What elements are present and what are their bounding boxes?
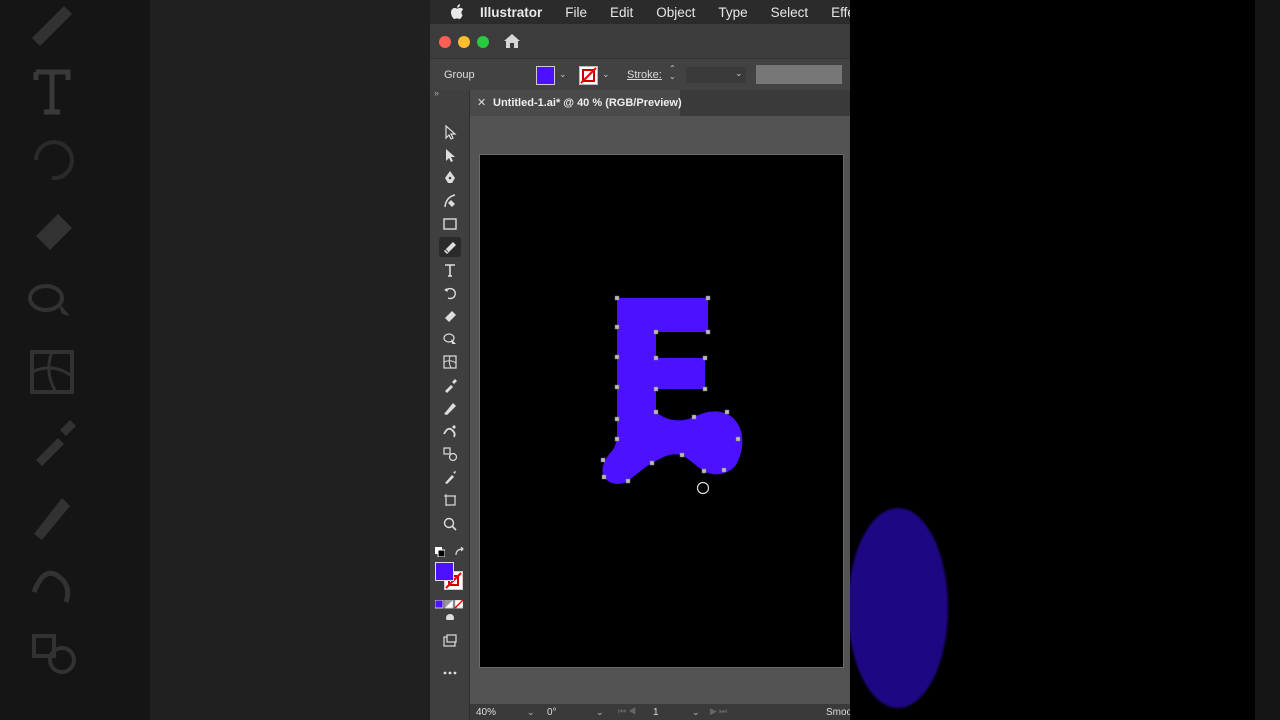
toolbar-fill-swatch[interactable] bbox=[435, 562, 454, 581]
artboard[interactable] bbox=[479, 154, 844, 668]
menu-type[interactable]: Type bbox=[718, 5, 747, 20]
eraser-tool-icon[interactable] bbox=[439, 306, 461, 326]
status-mode-label[interactable]: Smoo bbox=[826, 707, 850, 718]
menu-bar: Illustrator File Edit Object Type Select… bbox=[430, 0, 850, 24]
background-blur-left-panel bbox=[150, 0, 430, 720]
drawing-modes-icon[interactable] bbox=[439, 608, 461, 628]
selection-type-label: Group bbox=[444, 69, 475, 81]
ghost-shaper-icon bbox=[22, 0, 94, 60]
ghost-pencil-icon bbox=[22, 484, 94, 544]
canvas-area[interactable] bbox=[470, 116, 850, 704]
curvature-tool-icon[interactable] bbox=[439, 191, 461, 211]
rotation-dropdown-icon[interactable]: ⌄ bbox=[596, 707, 604, 718]
control-bar: Group ⌄ ⌄ Stroke: ⌃ ⌄ ⌄ bbox=[430, 58, 850, 92]
apple-menu-icon[interactable] bbox=[450, 4, 464, 20]
ghost-type-icon bbox=[22, 62, 94, 122]
menu-select[interactable]: Select bbox=[771, 5, 809, 20]
document-tab-title: Untitled-1.ai* @ 40 % (RGB/Preview) bbox=[493, 97, 682, 109]
artboard-tool-icon[interactable] bbox=[439, 490, 461, 510]
menu-edit[interactable]: Edit bbox=[610, 5, 633, 20]
shape-builder-tool-icon[interactable] bbox=[439, 329, 461, 349]
color-mode-buttons[interactable] bbox=[434, 596, 464, 609]
paintbrush-tool-icon[interactable] bbox=[439, 467, 461, 487]
direct-selection-tool-icon[interactable] bbox=[439, 145, 461, 165]
zoom-tool-icon[interactable] bbox=[439, 514, 461, 534]
artboard-nav-next-icon[interactable]: ▶⏭ bbox=[710, 706, 729, 717]
puppet-warp-tool-icon[interactable] bbox=[439, 421, 461, 441]
mesh-tool-icon[interactable] bbox=[439, 352, 461, 372]
rotation-field[interactable]: 0° bbox=[547, 707, 557, 718]
fill-dropdown-chevron-icon[interactable]: ⌄ bbox=[559, 69, 567, 80]
stroke-color-swatch[interactable] bbox=[579, 66, 598, 85]
illustrator-window: Illustrator File Edit Object Type Select… bbox=[430, 0, 850, 720]
ghost-eraser-icon bbox=[22, 200, 94, 260]
ghost-shape-builder-icon bbox=[22, 272, 94, 332]
artboard-number-field[interactable]: 1 bbox=[653, 707, 659, 718]
shaper-tool-icon[interactable] bbox=[439, 237, 461, 257]
zoom-level-field[interactable]: 40% bbox=[476, 707, 496, 718]
artwork-canvas[interactable] bbox=[480, 155, 843, 667]
ghost-rotate-icon bbox=[22, 130, 94, 190]
default-fill-stroke-icon[interactable] bbox=[435, 544, 446, 558]
close-tab-icon[interactable]: ✕ bbox=[477, 96, 486, 109]
close-window-button[interactable] bbox=[439, 36, 451, 48]
selection-tool-icon[interactable] bbox=[439, 122, 461, 142]
rotate-tool-icon[interactable] bbox=[439, 283, 461, 303]
background-blob-shape bbox=[848, 508, 948, 708]
artboard-dropdown-icon[interactable]: ⌄ bbox=[692, 707, 700, 718]
background-blur-right-edge bbox=[1255, 0, 1280, 720]
screen-mode-icon[interactable] bbox=[439, 631, 461, 651]
stroke-weight-dropdown-icon[interactable]: ⌄ bbox=[735, 68, 743, 79]
cursor-icon bbox=[696, 481, 710, 495]
document-tab-bar: ✕ Untitled-1.ai* @ 40 % (RGB/Preview) bbox=[470, 90, 850, 116]
stroke-weight-stepper[interactable]: ⌃ ⌄ bbox=[669, 65, 676, 81]
menu-file[interactable]: File bbox=[565, 5, 587, 20]
minimize-window-button[interactable] bbox=[458, 36, 470, 48]
ghost-blend-icon bbox=[22, 622, 94, 682]
home-icon[interactable] bbox=[502, 32, 522, 50]
zoom-window-button[interactable] bbox=[477, 36, 489, 48]
ghost-puppet-warp-icon bbox=[22, 552, 94, 612]
status-bar: 40% ⌄ 0° ⌄ ⏮◀ 1 ⌄ ▶⏭ Smoo bbox=[470, 704, 850, 720]
tools-panel: » bbox=[430, 88, 470, 720]
window-titlebar bbox=[430, 24, 850, 58]
collapse-panel-icon[interactable]: » bbox=[434, 88, 439, 98]
zoom-dropdown-icon[interactable]: ⌄ bbox=[527, 707, 535, 718]
rectangle-tool-icon[interactable] bbox=[439, 214, 461, 234]
eyedropper-tool-icon[interactable] bbox=[439, 375, 461, 395]
artboard-nav-previous-icon[interactable]: ⏮◀ bbox=[618, 706, 638, 717]
variable-width-profile-field[interactable] bbox=[756, 65, 842, 84]
menu-app-name[interactable]: Illustrator bbox=[480, 5, 542, 20]
stroke-label[interactable]: Stroke: bbox=[627, 69, 662, 81]
menu-effect[interactable]: Effect bbox=[831, 5, 850, 20]
fill-color-swatch[interactable] bbox=[536, 66, 555, 85]
blend-tool-icon[interactable] bbox=[439, 444, 461, 464]
pen-tool-icon[interactable] bbox=[439, 168, 461, 188]
document-tab[interactable]: ✕ Untitled-1.ai* @ 40 % (RGB/Preview) bbox=[470, 90, 682, 116]
type-tool-icon[interactable] bbox=[439, 260, 461, 280]
ghost-eyedropper-icon bbox=[22, 412, 94, 472]
swap-fill-stroke-icon[interactable] bbox=[454, 544, 466, 556]
ghost-mesh-icon bbox=[22, 342, 94, 402]
pencil-tool-icon[interactable] bbox=[439, 398, 461, 418]
more-tools-icon[interactable] bbox=[439, 663, 461, 683]
menu-object[interactable]: Object bbox=[656, 5, 695, 20]
letter-e-blob-shape[interactable] bbox=[602, 298, 743, 484]
stroke-dropdown-chevron-icon[interactable]: ⌄ bbox=[602, 69, 610, 80]
